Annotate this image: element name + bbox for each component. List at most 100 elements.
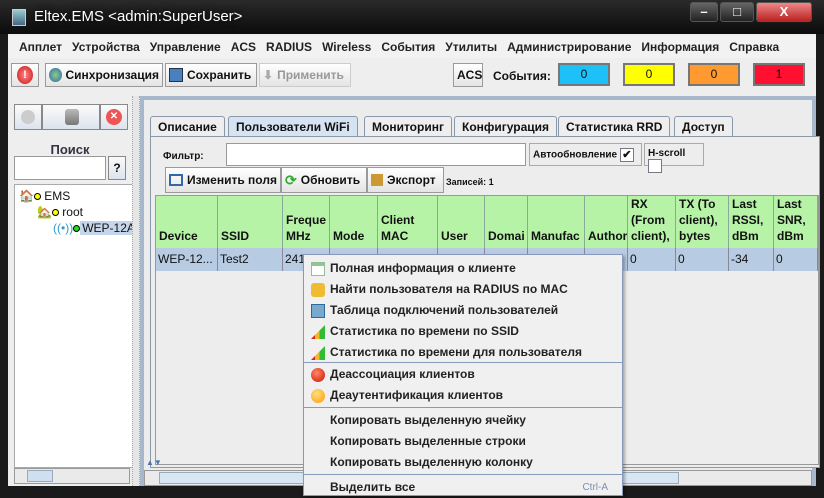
column-header[interactable]: Device	[156, 196, 218, 248]
signal-bars-icon	[311, 346, 325, 360]
tree-node-root[interactable]: 🏡 root	[37, 205, 83, 219]
menu-item-label: Статистика по времени по SSID	[330, 324, 519, 338]
house-icon: 🏡	[37, 205, 52, 219]
column-header[interactable]: Mode	[330, 196, 378, 248]
tree-hscrollbar[interactable]	[14, 468, 130, 484]
alarm-button[interactable]: !	[11, 63, 39, 87]
refresh-button[interactable]: ⟳ Обновить	[281, 167, 367, 193]
events-warning-counter[interactable]: 0	[623, 63, 675, 86]
tab-configuration[interactable]: Конфигурация	[454, 116, 558, 137]
unchecked-box	[648, 159, 662, 173]
column-header[interactable]: Last SNR, dBm	[774, 196, 818, 248]
tree-node-ems[interactable]: 🏠 EMS	[19, 189, 70, 203]
tree-label: root	[62, 205, 83, 219]
table-cell[interactable]: -34	[729, 248, 774, 271]
menu-wireless[interactable]: Wireless	[317, 40, 376, 54]
tab-monitoring[interactable]: Мониторинг	[364, 116, 452, 137]
split-arrows-icon[interactable]: ▲▼	[146, 458, 162, 467]
column-header[interactable]: Client MAC	[378, 196, 438, 248]
menu-utilities[interactable]: Утилиты	[440, 40, 502, 54]
auto-refresh-checkbox[interactable]: Автообновление ✔	[529, 143, 642, 166]
key-user-icon	[311, 283, 325, 297]
records-count: Записей: 1	[446, 177, 494, 187]
events-info-counter[interactable]: 0	[558, 63, 610, 86]
menu-find-radius-user[interactable]: Найти пользователя на RADIUS по MAC	[304, 279, 622, 300]
close-button[interactable]: X	[756, 2, 812, 22]
column-header[interactable]: Last RSSI, dBm	[729, 196, 774, 248]
export-button[interactable]: Экспорт	[367, 167, 444, 193]
minimize-button[interactable]: –	[690, 2, 718, 22]
menu-information[interactable]: Информация	[636, 40, 724, 54]
menu-acs[interactable]: ACS	[226, 40, 261, 54]
scroll-thumb[interactable]	[27, 470, 53, 482]
delete-button[interactable]: ✕	[100, 104, 128, 130]
maximize-button[interactable]: □	[720, 2, 754, 22]
table-cell[interactable]: 0	[774, 248, 818, 271]
filter-input[interactable]	[226, 143, 526, 166]
menu-select-all[interactable]: Выделить все Ctrl-A	[304, 477, 622, 498]
apply-button[interactable]: ⬇ Применить	[259, 63, 351, 87]
add-button[interactable]	[14, 104, 42, 130]
menu-item-label: Деассоциация клиентов	[330, 367, 475, 381]
refresh-label: Обновить	[300, 173, 361, 187]
save-label: Сохранить	[187, 68, 252, 82]
menu-separator	[304, 407, 622, 408]
column-header[interactable]: Domai	[485, 196, 528, 248]
red-ball-icon	[311, 368, 325, 382]
sync-button[interactable]: Синхронизация	[45, 63, 163, 87]
menu-ssid-stats[interactable]: Статистика по времени по SSID	[304, 321, 622, 342]
menu-copy-rows[interactable]: Копировать выделенные строки	[304, 431, 622, 452]
events-major-counter[interactable]: 0	[688, 63, 740, 86]
hscroll-checkbox[interactable]: H-scroll	[644, 143, 704, 173]
check-icon: ✔	[619, 148, 634, 162]
edit-fields-button[interactable]: Изменить поля	[165, 167, 281, 193]
menu-user-stats[interactable]: Статистика по времени для пользователя	[304, 342, 622, 363]
events-critical-counter[interactable]: 1	[753, 63, 805, 86]
menu-copy-cell[interactable]: Копировать выделенную ячейку	[304, 410, 622, 431]
tree-node-device[interactable]: ((•)) WEP-12AC	[53, 221, 135, 235]
tab-description[interactable]: Описание	[150, 116, 225, 137]
menu-item-label: Копировать выделенные строки	[330, 434, 526, 448]
column-header[interactable]: RX (From client),	[628, 196, 676, 248]
column-header[interactable]: TX (To client), bytes	[676, 196, 729, 248]
refresh-icon: ⟳	[285, 171, 297, 188]
menu-help[interactable]: Справка	[724, 40, 784, 54]
shortcut-label: Ctrl-A	[582, 482, 608, 493]
tab-access[interactable]: Доступ	[674, 116, 733, 137]
menu-devices[interactable]: Устройства	[67, 40, 145, 54]
tab-rrd-stats[interactable]: Статистика RRD	[558, 116, 671, 137]
menu-events[interactable]: События	[376, 40, 440, 54]
menu-copy-column[interactable]: Копировать выделенную колонку	[304, 452, 622, 473]
floppy-icon	[169, 68, 183, 82]
book-icon	[311, 304, 325, 318]
table-cell[interactable]: WEP-12...	[156, 248, 218, 271]
menu-deauthenticate[interactable]: Деаутентификация клиентов	[304, 385, 622, 406]
tree-label: EMS	[44, 189, 71, 203]
menu-radius[interactable]: RADIUS	[261, 40, 317, 54]
column-header[interactable]: Manufac	[528, 196, 585, 248]
column-header[interactable]: SSID	[218, 196, 283, 248]
column-header[interactable]: Author	[585, 196, 628, 248]
menu-applet[interactable]: Апплет	[14, 40, 67, 54]
tab-wifi-users[interactable]: Пользователи WiFi	[228, 116, 358, 137]
menu-disassociate[interactable]: Деассоциация клиентов	[304, 364, 622, 385]
menu-connections-table[interactable]: Таблица подключений пользователей	[304, 300, 622, 321]
wifi-icon: ((•))	[53, 221, 74, 235]
table-cell[interactable]: Test2	[218, 248, 283, 271]
column-header[interactable]: User	[438, 196, 485, 248]
column-header[interactable]: Freque MHz	[283, 196, 330, 248]
table-cell[interactable]: 0	[628, 248, 676, 271]
acs-button[interactable]: ACS	[453, 63, 483, 87]
apply-label: Применить	[277, 68, 344, 82]
title-bar: Eltex.EMS <admin:SuperUser> – □ X	[0, 0, 824, 34]
split-divider[interactable]	[132, 96, 140, 486]
table-cell[interactable]: 0	[676, 248, 729, 271]
search-input[interactable]	[14, 156, 106, 180]
signal-bars-icon	[311, 325, 325, 339]
search-help-button[interactable]: ?	[108, 156, 126, 180]
save-button[interactable]: Сохранить	[165, 63, 257, 87]
db-sync-button[interactable]	[42, 104, 100, 130]
menu-full-info[interactable]: Полная информация о клиенте	[304, 258, 622, 279]
menu-control[interactable]: Управление	[145, 40, 226, 54]
menu-administration[interactable]: Администрирование	[502, 40, 636, 54]
